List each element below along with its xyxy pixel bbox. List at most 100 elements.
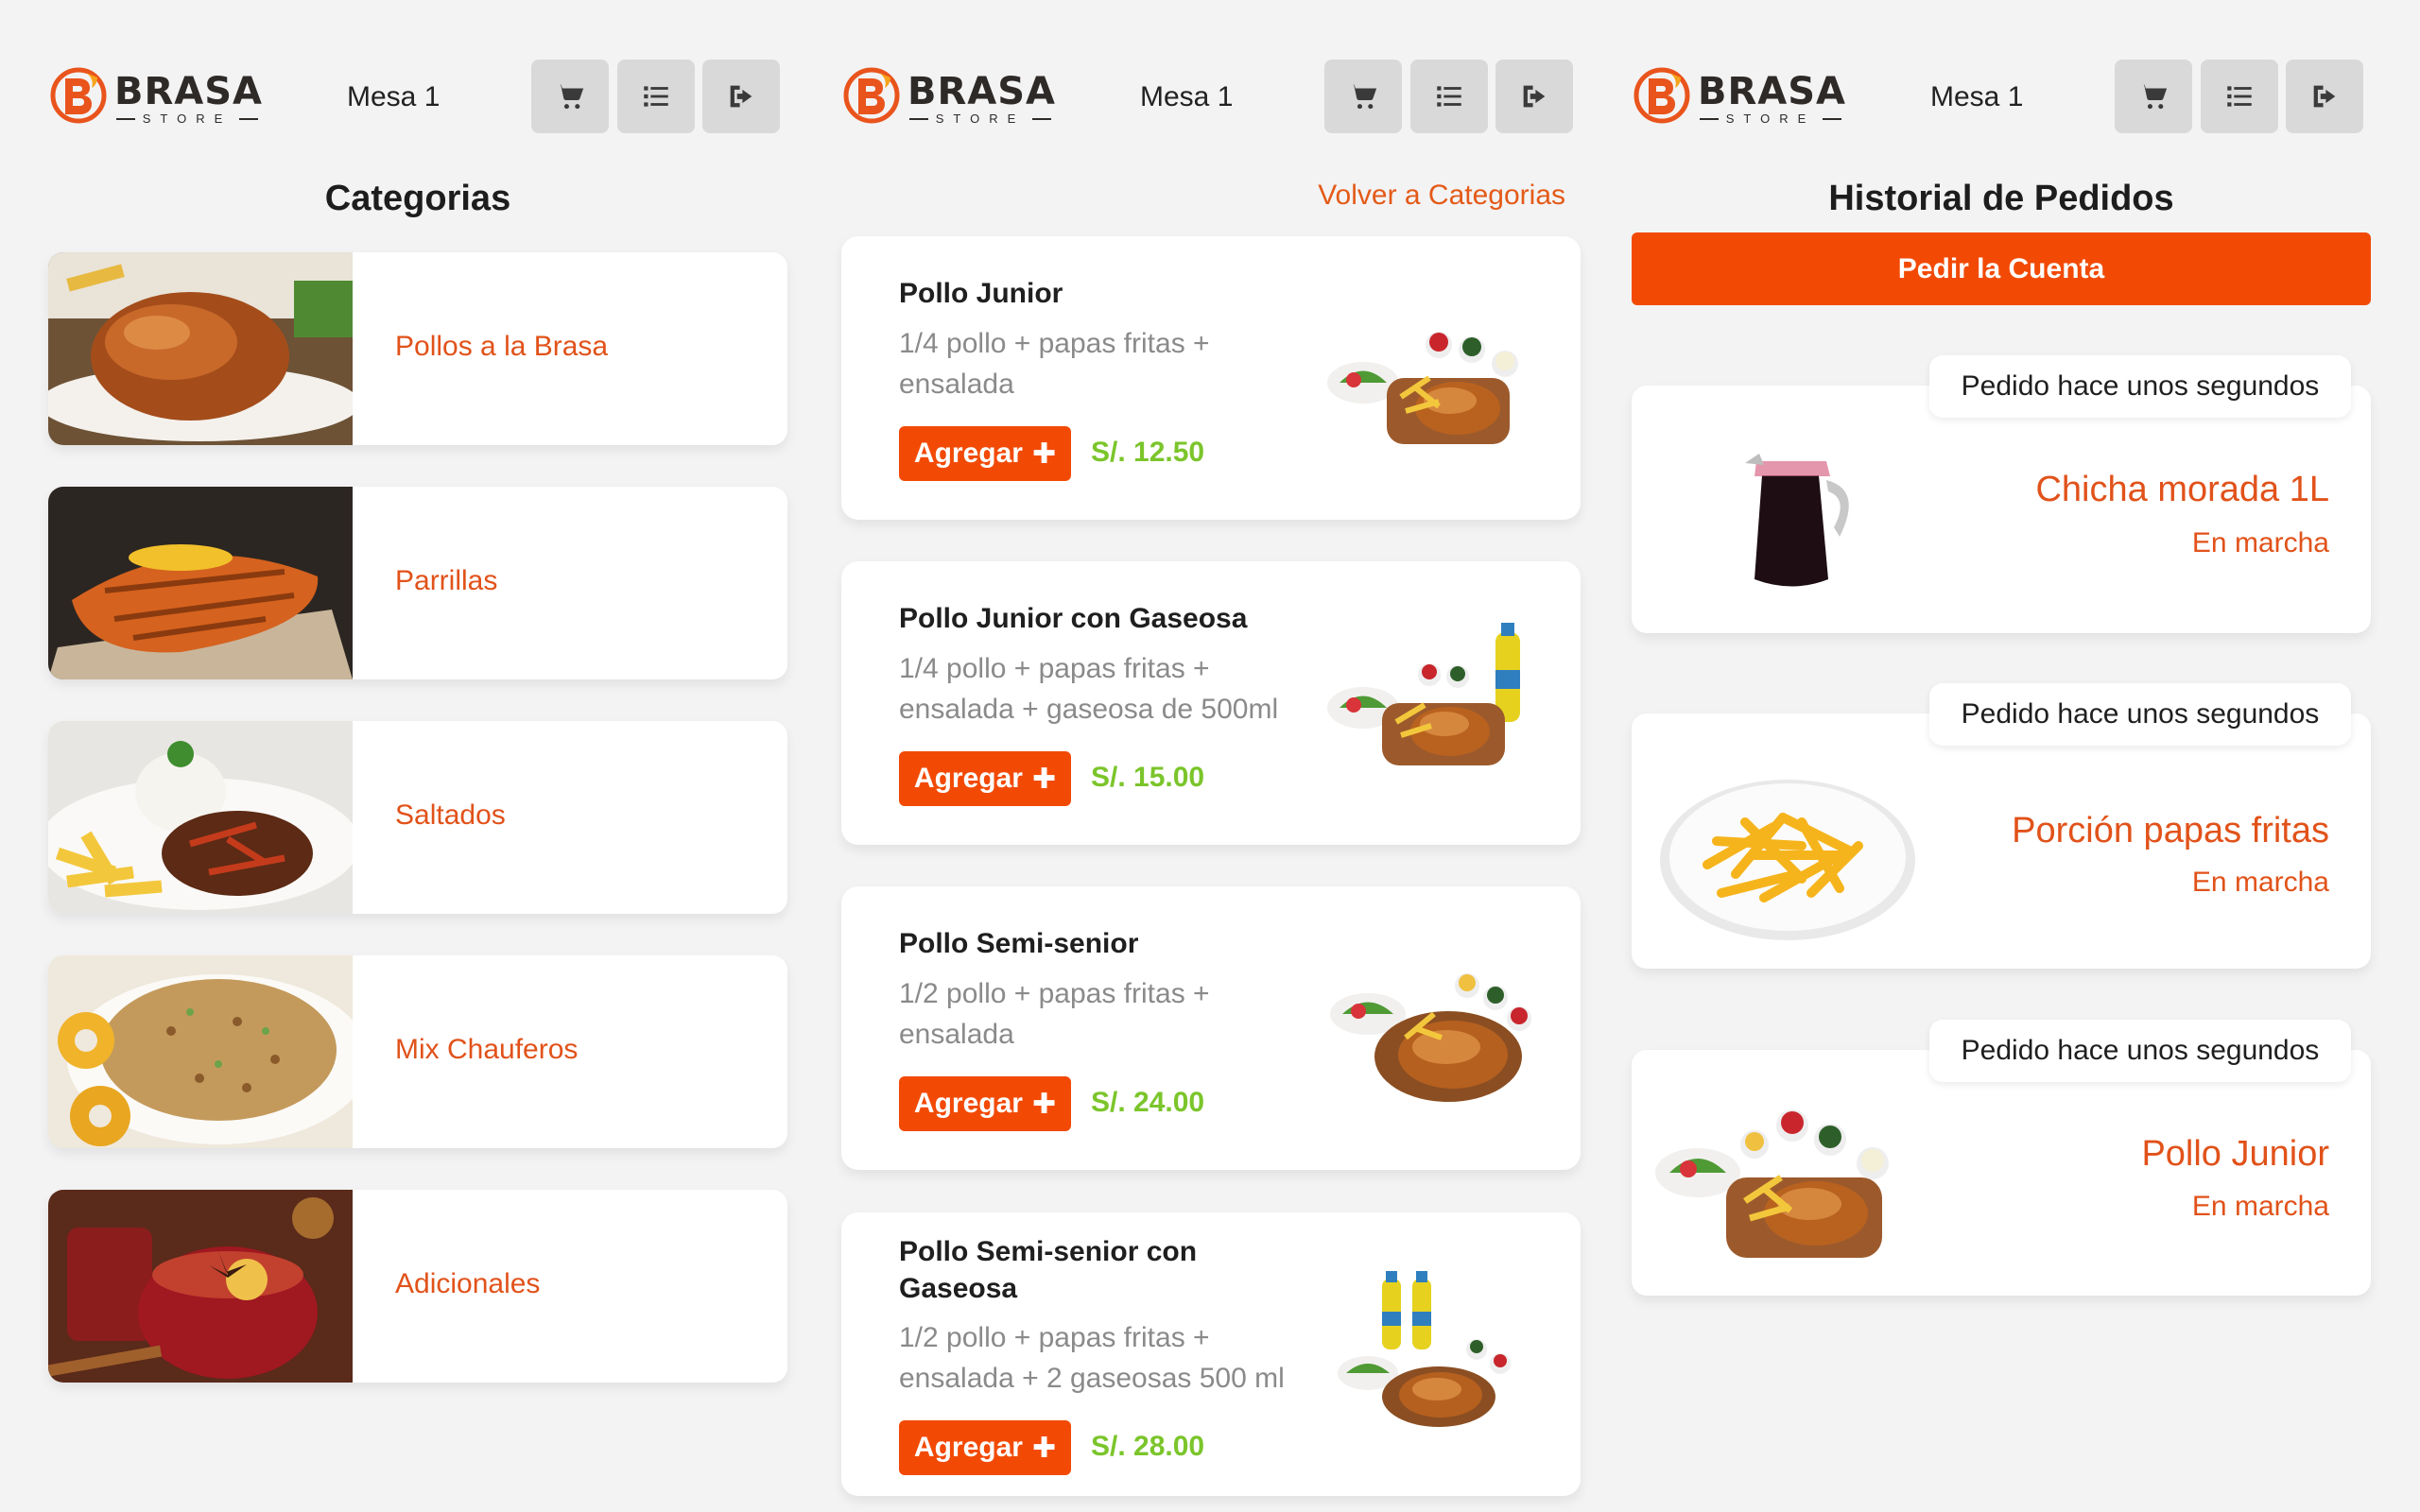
category-label: Saltados <box>395 799 506 831</box>
product-description: 1/2 pollo + papas fritas + ensalada <box>899 978 1210 1050</box>
add-button[interactable]: Agregar ✚ <box>899 426 1071 481</box>
logout-button[interactable] <box>702 60 780 133</box>
order-item-name: Chicha morada 1L <box>2035 470 2329 509</box>
orders-button[interactable] <box>1410 60 1488 133</box>
half-chicken-image <box>1330 973 1531 1102</box>
brasa-logo-icon <box>841 65 902 126</box>
product-card: Pollo Junior con Gaseosa 1/4 pollo + pap… <box>841 561 1581 845</box>
lomo-saltado-image <box>48 721 353 914</box>
logout-icon <box>725 80 757 112</box>
page-title: Categorias <box>324 179 511 218</box>
brasa-logo-icon <box>48 65 109 126</box>
request-bill-button[interactable]: Pedir la Cuenta <box>1632 232 2371 305</box>
category-card[interactable]: Parrillas <box>48 487 787 679</box>
order-card: Pedido hace unos segundos Pollo Junior E… <box>1632 1020 2371 1296</box>
fried-rice-image <box>48 955 353 1148</box>
add-label: Agregar <box>913 1432 1023 1463</box>
product-description: 1/4 pollo + papas fritas + ensalada <box>899 328 1210 400</box>
page-title: Historial de Pedidos <box>1828 179 2174 218</box>
order-time-badge: Pedido hace unos segundos <box>1929 1020 2351 1082</box>
table-label: Mesa 1 <box>1930 81 2024 112</box>
order-card: Pedido hace unos segundos Porción papas … <box>1632 683 2371 969</box>
category-label: Mix Chauferos <box>395 1034 579 1065</box>
chicken-board-image <box>1655 1109 1889 1258</box>
order-status: En marcha <box>2191 1191 2329 1222</box>
order-card: Pedido hace unos segundos Chicha morada … <box>1632 355 2371 633</box>
cart-button[interactable] <box>531 60 609 133</box>
order-status: En marcha <box>2191 527 2329 558</box>
logout-icon <box>1518 80 1550 112</box>
product-name: Pollo Semi-senior <box>899 928 1139 959</box>
grilled-fish-image <box>48 487 353 679</box>
list-icon <box>1433 80 1465 112</box>
order-time-badge: Pedido hace unos segundos <box>1929 683 2351 746</box>
product-price: S/. 24.00 <box>1091 1087 1205 1118</box>
header: BRASA STORE Mesa 1 <box>841 60 1581 135</box>
add-button[interactable]: Agregar ✚ <box>899 1076 1071 1131</box>
brand-logo[interactable]: BRASA STORE <box>841 65 1059 128</box>
category-label: Parrillas <box>395 565 498 596</box>
add-label: Agregar <box>913 763 1023 794</box>
chicken-board-image <box>1327 332 1518 444</box>
add-label: Agregar <box>913 1088 1023 1119</box>
brand-sub: STORE <box>909 112 1051 126</box>
back-to-categories-link[interactable]: Volver a Categorias <box>1318 177 1565 215</box>
list-icon <box>640 80 672 112</box>
product-price: S/. 15.00 <box>1091 762 1205 793</box>
chicken-soda-image <box>1327 623 1520 765</box>
brand-logo[interactable]: BRASA STORE <box>48 65 266 128</box>
table-label: Mesa 1 <box>1140 81 1234 112</box>
category-label: Adicionales <box>395 1268 541 1299</box>
roast-chicken-image <box>48 252 353 445</box>
categories-panel: BRASA STORE Mesa 1 Categorias Pollos a l… <box>48 0 787 1512</box>
product-price: S/. 12.50 <box>1091 437 1205 468</box>
logout-button[interactable] <box>1495 60 1573 133</box>
pitcher-image <box>1745 454 1849 587</box>
brasa-logo-icon <box>1632 65 1692 126</box>
add-button[interactable]: Agregar ✚ <box>899 751 1071 806</box>
add-label: Agregar <box>913 438 1023 469</box>
cart-icon <box>2137 80 2169 112</box>
history-panel: BRASA STORE Mesa 1 Historial de Pedidos … <box>1632 0 2371 1512</box>
plus-icon: ✚ <box>1031 1432 1057 1464</box>
product-card: Pollo Semi-senior con Gaseosa 1/2 pollo … <box>841 1212 1581 1496</box>
products-panel: BRASA STORE Mesa 1 Volver a Categorias P… <box>841 0 1581 1512</box>
product-card: Pollo Semi-senior 1/2 pollo + papas frit… <box>841 886 1581 1170</box>
brand-name: BRASA <box>908 70 1057 113</box>
brand-logo[interactable]: BRASA STORE <box>1632 65 1849 128</box>
plus-icon: ✚ <box>1031 1088 1057 1120</box>
cart-button[interactable] <box>1324 60 1402 133</box>
category-card[interactable]: Mix Chauferos <box>48 955 787 1148</box>
product-name: Pollo Junior <box>899 278 1063 309</box>
product-card: Pollo Junior 1/4 pollo + papas fritas + … <box>841 236 1581 520</box>
category-label: Pollos a la Brasa <box>395 331 609 362</box>
product-name: Pollo Semi-senior con Gaseosa <box>899 1236 1198 1304</box>
cart-button[interactable] <box>2115 60 2192 133</box>
orders-button[interactable] <box>2201 60 2278 133</box>
order-item-name: Porción papas fritas <box>2012 811 2329 850</box>
brand-sub: STORE <box>116 112 258 126</box>
order-item-name: Pollo Junior <box>2141 1134 2329 1174</box>
product-name: Pollo Junior con Gaseosa <box>899 603 1248 634</box>
header: BRASA STORE Mesa 1 <box>1632 60 2371 135</box>
logout-button[interactable] <box>2286 60 2363 133</box>
category-card[interactable]: Saltados <box>48 721 787 914</box>
product-description: 1/4 pollo + papas fritas + ensalada + ga… <box>899 653 1279 725</box>
list-icon <box>2223 80 2256 112</box>
plus-icon: ✚ <box>1031 438 1057 470</box>
cart-icon <box>1347 80 1379 112</box>
table-label: Mesa 1 <box>347 81 441 112</box>
cart-icon <box>554 80 586 112</box>
category-card[interactable]: Adicionales <box>48 1190 787 1383</box>
hot-drinks-image <box>48 1190 353 1383</box>
brand-name: BRASA <box>114 70 264 113</box>
fries-image <box>1660 780 1915 940</box>
product-description: 1/2 pollo + papas fritas + ensalada + 2 … <box>899 1322 1285 1394</box>
order-time-badge: Pedido hace unos segundos <box>1929 355 2351 418</box>
brand-name: BRASA <box>1698 70 1847 113</box>
header: BRASA STORE Mesa 1 <box>48 60 787 135</box>
category-card[interactable]: Pollos a la Brasa <box>48 252 787 445</box>
add-button[interactable]: Agregar ✚ <box>899 1420 1071 1475</box>
orders-button[interactable] <box>617 60 695 133</box>
brand-sub: STORE <box>1700 112 1841 126</box>
